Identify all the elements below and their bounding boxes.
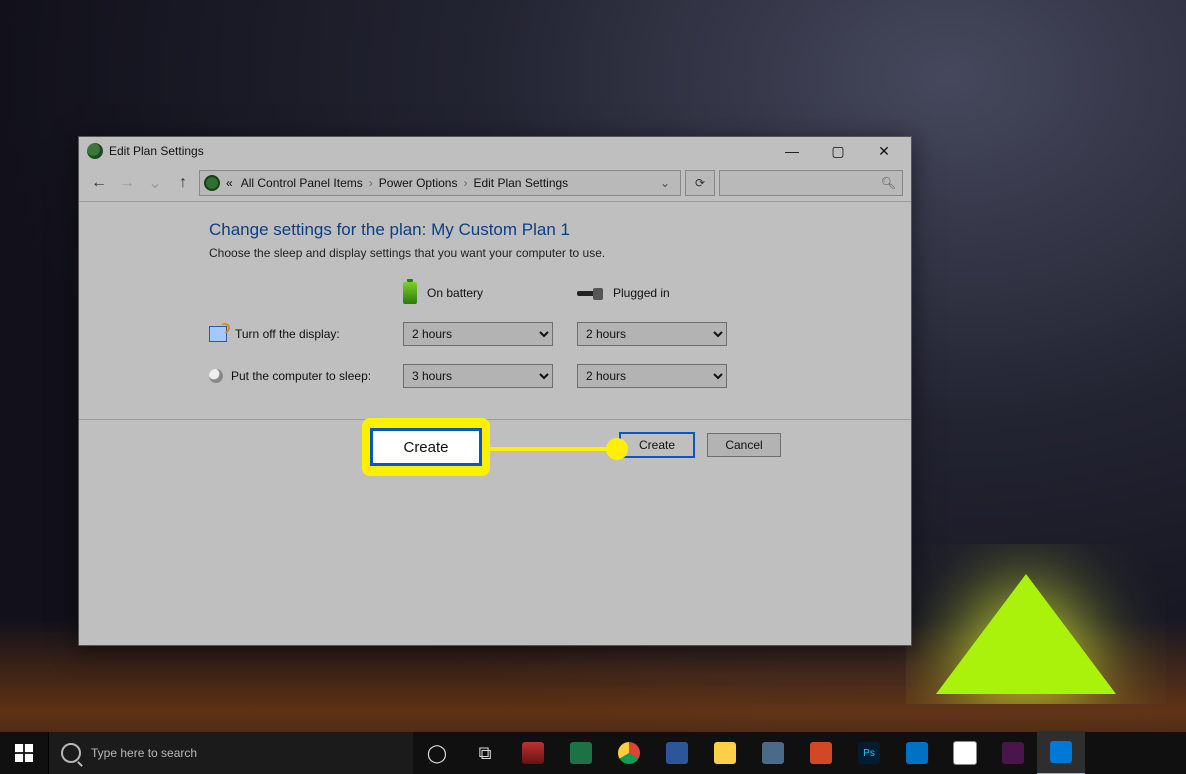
refresh-button[interactable]: ⟳ [685, 170, 715, 196]
recent-dropdown[interactable]: ⌄ [143, 171, 167, 195]
edit-plan-settings-window: Edit Plan Settings ― ▢ ✕ ← → ⌄ ↑ « All C… [78, 136, 912, 646]
sleep-battery-dropdown[interactable]: 3 hours [403, 364, 553, 388]
minimize-button[interactable]: ― [769, 137, 815, 165]
navigation-row: ← → ⌄ ↑ « All Control Panel Items › Powe… [79, 165, 911, 202]
task-view-icon[interactable]: ⧉ [461, 732, 509, 774]
chevron-right-icon: › [463, 176, 467, 190]
start-button[interactable] [0, 732, 48, 774]
sleep-label: Put the computer to sleep: [231, 369, 371, 383]
on-battery-label: On battery [427, 286, 483, 300]
up-button[interactable]: ↑ [171, 171, 195, 195]
window-title: Edit Plan Settings [109, 144, 204, 158]
taskbar-app-slack[interactable] [989, 732, 1037, 774]
display-plugged-dropdown[interactable]: 2 hours [577, 322, 727, 346]
plug-icon [577, 285, 603, 301]
sleep-row: Put the computer to sleep: [209, 369, 389, 383]
breadcrumb-item[interactable]: Power Options [377, 176, 460, 190]
annotation-dot [606, 438, 628, 460]
cancel-button[interactable]: Cancel [707, 433, 781, 457]
taskbar-app-word[interactable] [653, 732, 701, 774]
address-bar[interactable]: « All Control Panel Items › Power Option… [199, 170, 681, 196]
search-box[interactable]: 🔍︎ [719, 170, 903, 196]
control-panel-icon [204, 175, 220, 191]
desktop: Edit Plan Settings ― ▢ ✕ ← → ⌄ ↑ « All C… [0, 0, 1186, 774]
battery-icon [403, 282, 417, 304]
taskbar-icons: ◯ ⧉ Ps [413, 732, 1085, 774]
search-icon: 🔍︎ [881, 176, 896, 190]
power-options-icon [87, 143, 103, 159]
forward-button[interactable]: → [115, 171, 139, 195]
back-button[interactable]: ← [87, 171, 111, 195]
taskbar-app-settings[interactable] [1037, 731, 1085, 774]
annotation-callout-label: Create [370, 428, 482, 466]
on-battery-header: On battery [403, 282, 563, 304]
create-button[interactable]: Create [619, 432, 695, 458]
annotation-line [490, 447, 610, 451]
plugged-in-header: Plugged in [577, 285, 737, 301]
taskbar: Type here to search ◯ ⧉ Ps [0, 732, 1186, 774]
taskbar-app-snip[interactable] [509, 732, 557, 774]
taskbar-app-mail[interactable] [893, 732, 941, 774]
taskbar-app-chrome[interactable] [605, 732, 653, 774]
taskbar-app-excel[interactable] [557, 732, 605, 774]
display-battery-dropdown[interactable]: 2 hours [403, 322, 553, 346]
taskbar-app-photoshop[interactable]: Ps [845, 732, 893, 774]
chevron-right-icon: › [369, 176, 373, 190]
wallpaper-tent [906, 544, 1166, 704]
page-heading: Change settings for the plan: My Custom … [209, 220, 877, 240]
chevron-down-icon[interactable]: ⌄ [654, 176, 676, 190]
taskbar-app-powerpoint[interactable] [797, 732, 845, 774]
taskbar-search-placeholder: Type here to search [91, 746, 197, 760]
maximize-button[interactable]: ▢ [815, 137, 861, 165]
display-icon [209, 326, 227, 342]
close-button[interactable]: ✕ [861, 137, 907, 165]
page-subtext: Choose the sleep and display settings th… [209, 246, 877, 260]
annotation-callout: Create [366, 422, 486, 472]
breadcrumb-prefix: « [224, 176, 235, 190]
content-area: Change settings for the plan: My Custom … [79, 202, 911, 388]
cortana-icon[interactable]: ◯ [413, 732, 461, 774]
moon-icon [209, 369, 223, 383]
taskbar-app-explorer[interactable] [701, 732, 749, 774]
turn-off-display-label: Turn off the display: [235, 327, 340, 341]
titlebar[interactable]: Edit Plan Settings ― ▢ ✕ [79, 137, 911, 165]
windows-icon [15, 744, 33, 762]
breadcrumb-item[interactable]: Edit Plan Settings [471, 176, 570, 190]
sleep-plugged-dropdown[interactable]: 2 hours [577, 364, 727, 388]
plugged-in-label: Plugged in [613, 286, 670, 300]
dialog-footer: Create Cancel [79, 419, 911, 470]
search-icon [61, 743, 81, 763]
taskbar-search[interactable]: Type here to search [48, 732, 413, 774]
taskbar-app-copy[interactable] [749, 732, 797, 774]
breadcrumb-item[interactable]: All Control Panel Items [239, 176, 365, 190]
turn-off-display-row: Turn off the display: [209, 326, 389, 342]
taskbar-app-paint[interactable] [941, 732, 989, 774]
